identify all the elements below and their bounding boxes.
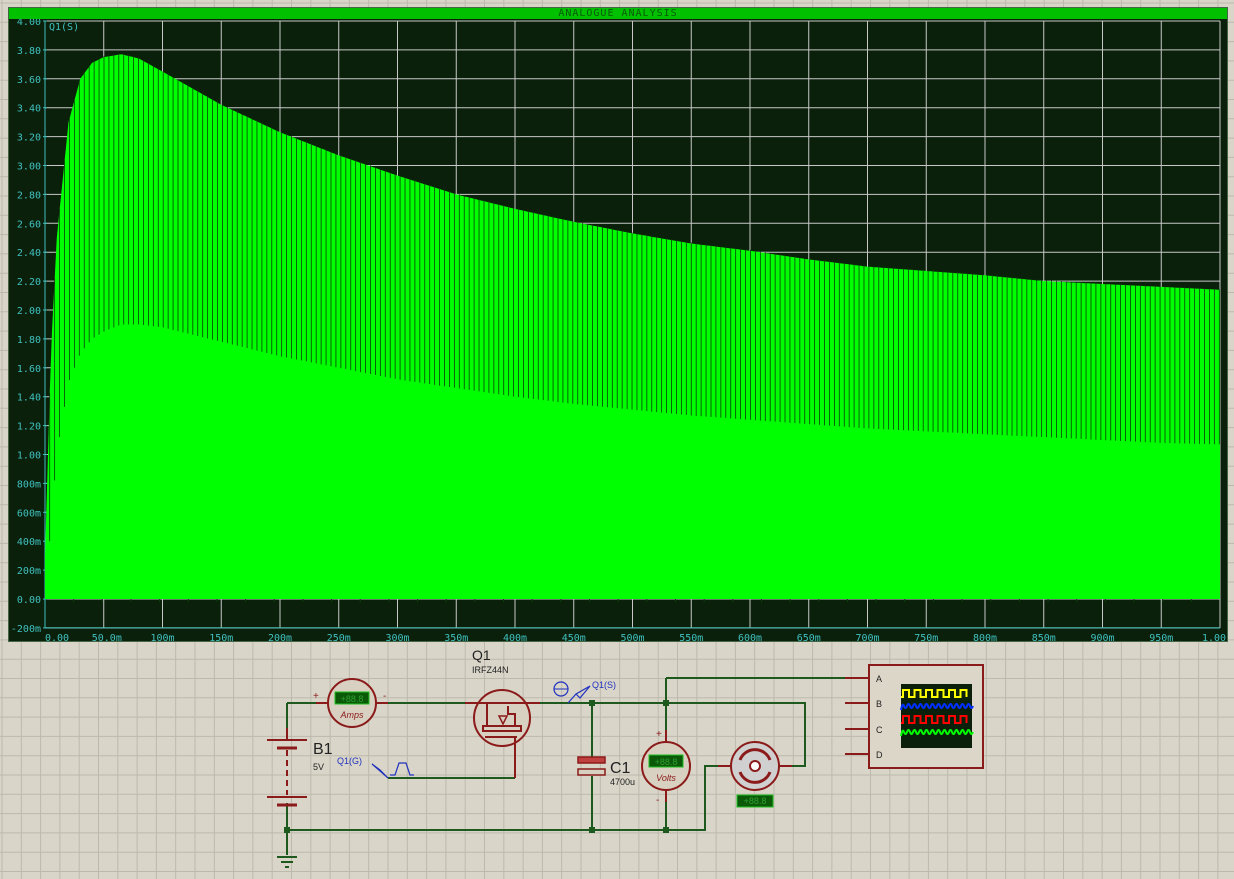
x-tick-label: 50.0m — [92, 633, 122, 641]
capacitor-plate-negative — [577, 768, 606, 776]
x-tick-label: 950m — [1149, 633, 1173, 641]
x-tick-label: 850m — [1032, 633, 1056, 641]
y-tick-label: 1.60 — [17, 364, 41, 375]
analogue-analysis-graph[interactable]: 4.00 3.80 3.60 3.40 3.20 3.00 2.80 2.60 2.40 2.20… — [8, 7, 1228, 642]
ammeter-unit: Amps — [339, 710, 364, 720]
y-tick-label: 0.00 — [17, 595, 41, 606]
probe-label: Q1(S) — [592, 680, 616, 690]
mosfet-q1[interactable] — [473, 689, 531, 747]
x-tick-label: 300m — [386, 633, 410, 641]
y-tick-label: -200m — [11, 624, 41, 635]
junction-dot — [284, 827, 290, 833]
oscilloscope[interactable]: A B C D — [845, 664, 984, 769]
y-tick-label: 3.20 — [17, 133, 41, 144]
graph-title[interactable]: ANALOGUE ANALYSIS — [9, 8, 1227, 19]
y-tick-label: 2.00 — [17, 306, 41, 317]
battery-value: 5V — [313, 762, 324, 772]
y-tick-label: 600m — [17, 508, 41, 519]
oscilloscope-channel-B: B — [876, 699, 882, 709]
oscilloscope-channel-C: C — [876, 725, 883, 735]
x-tick-label: 650m — [797, 633, 821, 641]
generator-arrow-icon — [371, 763, 389, 779]
motor-shaft — [749, 760, 761, 772]
ammeter-display-value: +88.8 — [341, 694, 364, 704]
y-tick-label: 400m — [17, 537, 41, 548]
x-tick-label: 100m — [151, 633, 175, 641]
y-tick-label: 2.80 — [17, 190, 41, 201]
ammeter-plus: + — [313, 691, 319, 702]
x-tick-label: 550m — [679, 633, 703, 641]
mosfet-ref: Q1 — [472, 647, 491, 663]
voltmeter-unit: Volts — [656, 773, 676, 783]
y-tick-label: 3.00 — [17, 162, 41, 173]
x-tick-label: 500m — [621, 633, 645, 641]
ground-icon — [277, 856, 297, 868]
generator-label: Q1(G) — [337, 756, 362, 766]
junction-dot — [663, 700, 669, 706]
probe-arrow-icon — [567, 685, 591, 704]
capacitor-plate-positive — [577, 756, 606, 764]
motor[interactable]: +88.8 — [730, 741, 780, 808]
y-tick-label: 3.60 — [17, 75, 41, 86]
battery-b1[interactable] — [267, 739, 307, 807]
x-tick-label: 1.00 — [1202, 633, 1226, 641]
pulse-icon — [390, 762, 414, 776]
x-tick-label: 800m — [973, 633, 997, 641]
y-tick-label: 3.80 — [17, 46, 41, 57]
junction-dot — [589, 700, 595, 706]
battery-ref: B1 — [313, 741, 333, 758]
y-tick-label: 1.80 — [17, 335, 41, 346]
y-tick-label: 2.40 — [17, 248, 41, 259]
x-tick-label: 450m — [562, 633, 586, 641]
x-tick-label: 250m — [327, 633, 351, 641]
voltmeter-display-value: +88.8 — [655, 757, 678, 767]
voltmeter-plus: + — [656, 729, 662, 740]
y-tick-label: 1.00 — [17, 451, 41, 462]
y-tick-label: 800m — [17, 479, 41, 490]
ammeter-minus: - — [383, 691, 386, 702]
y-tick-label: 2.20 — [17, 277, 41, 288]
x-tick-label: 400m — [503, 633, 527, 641]
capacitor-value: 4700u — [610, 777, 635, 787]
voltmeter[interactable]: +88.8 Volts — [641, 741, 691, 791]
y-tick-label: 3.40 — [17, 104, 41, 115]
mosfet-value: IRFZ44N — [472, 665, 509, 675]
y-tick-label: 1.40 — [17, 393, 41, 404]
junction-dot — [589, 827, 595, 833]
oscilloscope-channel-A: A — [876, 674, 882, 684]
motor-display-value: +88.8 — [744, 796, 767, 806]
junction-dot — [663, 827, 669, 833]
x-tick-label: 150m — [209, 633, 233, 641]
x-tick-label: 900m — [1091, 633, 1115, 641]
plot-area: 4.003.803.603.403.203.002.802.602.402.20… — [11, 17, 1226, 641]
oscilloscope-channel-D: D — [876, 750, 883, 760]
x-tick-label: 600m — [738, 633, 762, 641]
x-tick-label: 700m — [856, 633, 880, 641]
capacitor-c1[interactable] — [577, 756, 606, 776]
voltage-probe-q1s[interactable] — [553, 681, 591, 704]
y-tick-label: 1.20 — [17, 422, 41, 433]
x-tick-label: 750m — [914, 633, 938, 641]
voltmeter-minus: - — [656, 795, 659, 806]
ammeter[interactable]: +88.8 Amps — [327, 678, 377, 728]
trace-label: Q1(S) — [49, 22, 79, 33]
x-tick-label: 200m — [268, 633, 292, 641]
y-tick-label: 2.60 — [17, 219, 41, 230]
capacitor-ref: C1 — [610, 760, 631, 777]
x-tick-label: 0.00 — [45, 633, 69, 641]
x-tick-label: 350m — [444, 633, 468, 641]
y-tick-label: 200m — [17, 566, 41, 577]
